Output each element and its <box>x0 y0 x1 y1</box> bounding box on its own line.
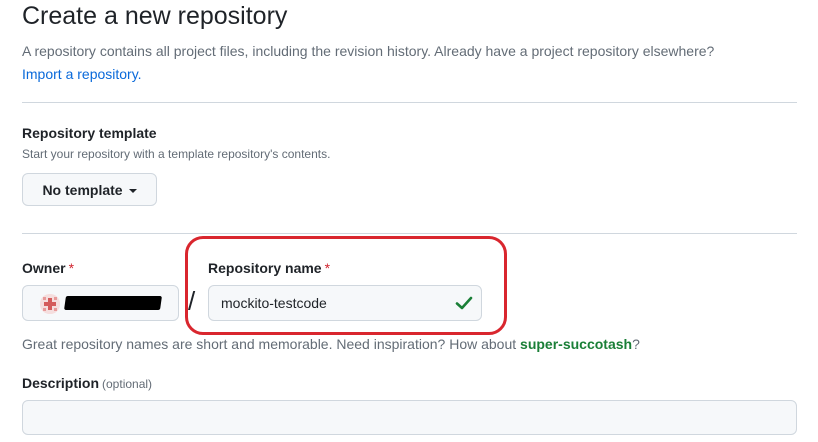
owner-repo-separator: / <box>188 286 196 316</box>
optional-marker: (optional) <box>102 377 153 391</box>
required-marker: * <box>68 260 75 276</box>
repository-name-hint-suffix: ? <box>632 336 640 352</box>
section-divider <box>22 233 797 234</box>
caret-down-icon <box>128 188 137 193</box>
owner-avatar <box>40 294 60 314</box>
redacted-owner-name <box>64 296 162 310</box>
owner-label: Owner * <box>22 260 74 276</box>
repository-name-hint-text: Great repository names are short and mem… <box>22 336 521 352</box>
description-label: Description (optional) <box>22 375 152 391</box>
template-dropdown-button[interactable]: No template <box>22 173 157 206</box>
check-icon <box>455 296 473 310</box>
owner-label-text: Owner <box>22 260 66 276</box>
repository-name-hint: Great repository names are short and mem… <box>22 336 640 352</box>
description-label-text: Description <box>22 375 100 391</box>
template-dropdown-label: No template <box>42 181 123 198</box>
name-suggestion-link[interactable]: super-succotash <box>520 336 632 352</box>
page-description-text: A repository contains all project files,… <box>22 43 715 59</box>
template-label: Repository template <box>22 125 157 141</box>
template-hint: Start your repository with a template re… <box>22 147 331 161</box>
owner-select[interactable] <box>22 285 179 321</box>
description-input[interactable] <box>22 400 797 435</box>
required-marker: * <box>324 260 331 276</box>
section-divider <box>22 102 797 103</box>
repository-name-input[interactable] <box>208 285 482 321</box>
repository-name-label-text: Repository name <box>208 260 322 276</box>
repository-name-label: Repository name * <box>208 260 330 276</box>
import-repository-link[interactable]: Import a repository. <box>22 66 142 82</box>
page-title: Create a new repository <box>22 2 288 30</box>
page-description: A repository contains all project files,… <box>22 40 802 86</box>
